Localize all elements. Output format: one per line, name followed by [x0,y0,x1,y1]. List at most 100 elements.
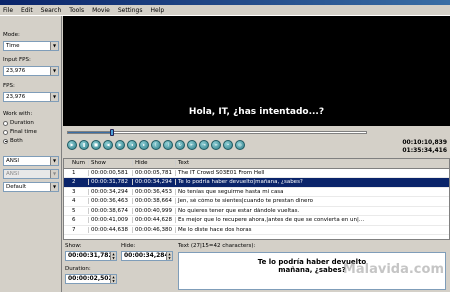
seek-handle[interactable] [110,129,114,136]
row-text: No quieres tener que estar dándole vuelt… [178,207,300,214]
row-hide: 00:00:38,664 [133,198,176,205]
forward-frame-icon[interactable]: ▸ [139,140,149,150]
row-text: No tenías que seguirme hasta mi casa [178,188,284,195]
table-row[interactable]: 6 00:00:41,009 00:00:44,628 Es mejor que… [64,216,449,226]
chevron-down-icon: ▼ [50,157,58,165]
menu-tools[interactable]: Tools [69,7,84,14]
menu-help[interactable]: Help [150,7,164,14]
row-num: 6 [64,217,89,224]
input-fps-label: Input FPS: [3,57,31,63]
radio-final-time-label: Final time [10,129,37,135]
header-hide[interactable]: Hide [133,160,176,167]
text-label: Text (27|15=42 characters): [178,243,256,249]
input-fps-value: 23,976 [6,68,26,74]
encoding-select-1[interactable]: ANSI ▼ [3,156,59,166]
table-row[interactable]: 7 00:00:44,638 00:00:46,380 Me lo diste … [64,226,449,235]
table-row[interactable]: 1 00:00:00,581 00:00:05,781 The IT Crowd… [64,169,449,178]
player-controls: ▶ ❚ ■ ◀ ▶ ◂ ▸ [ ] ↻ ⇤ ⇥ ∞ • ◎ 00:10:10,8… [63,126,450,158]
menu-search[interactable]: Search [41,7,62,14]
left-settings-panel: Mode: Time ▼ Input FPS: 23,976 ▼ FPS: 23,9… [0,16,62,292]
header-show[interactable]: Show [89,160,133,167]
loop-icon[interactable]: ∞ [211,140,221,150]
table-row[interactable]: 5 00:00:38,674 00:00:40,999 No quieres t… [64,207,449,216]
row-num: 4 [64,198,89,205]
menu-file[interactable]: File [3,7,13,14]
radio-duration[interactable]: Duration [3,120,34,126]
table-row-selected[interactable]: 2 00:00:31,782 00:00:34,294 Te lo podría… [64,178,449,188]
set-show-icon[interactable]: [ [151,140,161,150]
mode-label: Mode: [3,32,20,38]
menu-bar: File Edit Search Tools Movie Settings He… [0,5,450,16]
play-icon[interactable]: ▶ [67,140,77,150]
grid-header-row: Num Show Hide Text [64,159,449,169]
subtitle-editor: Show: 00:00:31,782 ▲ ▼ Hide: 00:00:34,284 ▲… [63,240,450,292]
set-hide-icon[interactable]: ] [163,140,173,150]
menu-movie[interactable]: Movie [92,7,110,14]
back-frame-icon[interactable]: ◂ [127,140,137,150]
playback-buttons: ▶ ❚ ■ ◀ ▶ ◂ ▸ [ ] ↻ ⇤ ⇥ ∞ • ◎ [67,140,247,150]
hide-label: Hide: [121,243,136,249]
seek-progress [68,132,113,133]
encoding-value-2: ANSI [6,171,19,177]
work-with-label: Work with: [3,111,33,117]
hide-time-value: 00:00:34,284 [124,252,169,259]
show-time-input[interactable]: 00:00:31,782 ▲ ▼ [65,251,117,261]
encoding-value-1: ANSI [6,158,19,164]
row-num: 3 [64,188,89,195]
stop-icon[interactable]: ■ [91,140,101,150]
row-num: 2 [64,179,89,186]
row-hide: 00:00:05,781 [133,169,176,176]
forward-icon[interactable]: ▶ [115,140,125,150]
start-sync-icon[interactable]: ⇤ [187,140,197,150]
chevron-down-icon: ▼ [50,67,58,75]
format-select[interactable]: Default ▼ [3,182,59,192]
row-hide: 00:00:36,453 [133,188,176,195]
menu-settings[interactable]: Settings [118,7,143,14]
watermark-logo: Malavida.com [342,262,444,277]
row-text: The IT Crowd S03E01 From Hell [178,169,265,176]
subtitle-grid: Num Show Hide Text 1 00:00:00,581 00:00:… [63,158,450,240]
rewind-icon[interactable]: ◀ [103,140,113,150]
pause-icon[interactable]: ❚ [79,140,89,150]
end-sync-icon[interactable]: ⇥ [199,140,209,150]
chevron-down-icon: ▼ [50,42,58,50]
radio-final-time[interactable]: Final time [3,129,37,135]
fps-value: 23,976 [6,94,26,100]
row-hide: 00:00:34,294 [133,179,176,186]
header-text[interactable]: Text [176,160,449,166]
mode-select[interactable]: Time ▼ [3,41,59,51]
row-hide: 00:00:40,999 [133,207,176,214]
spinner-icon[interactable]: ▲ ▼ [166,252,172,260]
header-num[interactable]: Num [64,160,89,167]
row-text: Me lo diste hace dos horas [178,226,252,233]
hide-time-input[interactable]: 00:00:34,284 ▲ ▼ [121,251,173,261]
mode-value: Time [6,43,20,49]
radio-both[interactable]: Both [3,138,23,144]
spinner-icon[interactable]: ▲ ▼ [110,252,116,260]
current-time: 00:10:10,839 [402,139,447,146]
radio-both-label: Both [10,138,23,144]
menu-edit[interactable]: Edit [21,7,33,14]
show-time-value: 00:00:31,782 [68,252,113,259]
row-show: 00:00:34,294 [89,188,133,195]
radio-circle-icon [3,120,8,126]
chevron-down-icon: ▼ [50,183,58,191]
table-row[interactable]: 3 00:00:34,294 00:00:36,453 No tenías qu… [64,188,449,197]
spinner-icon[interactable]: ▲ ▼ [110,275,116,283]
row-show: 00:00:36,463 [89,198,133,205]
row-text: Jen, sé cómo te sientes|cuando te presta… [178,198,313,205]
fps-label: FPS: [3,83,15,89]
video-subtitle: Hola, IT, ¿has intentado...? [188,107,325,117]
duration-input[interactable]: 00:00:02,502 ▲ ▼ [65,274,117,284]
preview-icon[interactable]: ◎ [235,140,245,150]
play-subtitle-icon[interactable]: ↻ [175,140,185,150]
row-show: 00:00:31,782 [89,179,133,186]
radio-selected-icon [3,138,8,144]
input-fps-select[interactable]: 23,976 ▼ [3,66,59,76]
mark-icon[interactable]: • [223,140,233,150]
show-label: Show: [65,243,82,249]
table-row[interactable]: 4 00:00:36,463 00:00:38,664 Jen, sé cómo… [64,197,449,207]
row-show: 00:00:00,581 [89,169,133,176]
video-preview[interactable]: Hola, IT, ¿has intentado...? [63,16,450,126]
fps-select[interactable]: 23,976 ▼ [3,92,59,102]
